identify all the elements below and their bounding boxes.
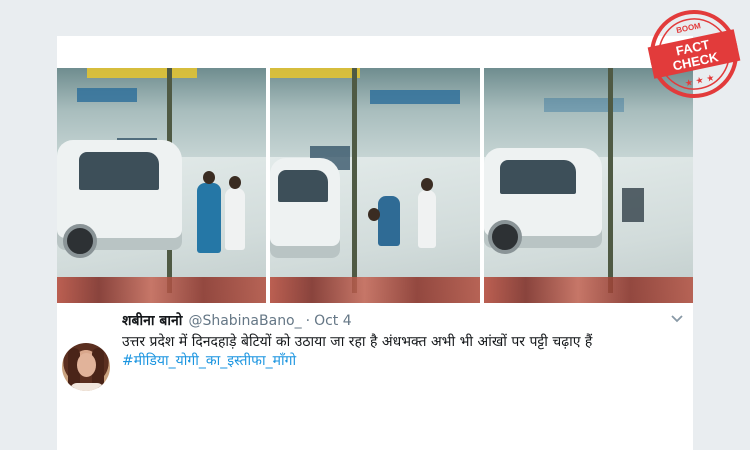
parked-bikes <box>483 277 693 303</box>
user-handle[interactable]: @ShabinaBano_ <box>188 313 301 329</box>
person-blue <box>378 196 401 246</box>
stamp-stars: ★ ★ ★ <box>684 73 715 89</box>
car <box>270 158 341 258</box>
car <box>57 140 182 258</box>
awning <box>87 68 197 78</box>
cctv-frame-2[interactable] <box>270 68 480 303</box>
parked-bikes <box>57 277 267 303</box>
tweet-media[interactable] <box>57 68 693 303</box>
stamp-brand: BOOM <box>675 21 702 35</box>
dark-figure <box>621 188 644 222</box>
avatar[interactable] <box>62 343 110 391</box>
tweet-body: उत्तर प्रदेश में दिनदहाड़े बेटियों को उठ… <box>122 334 593 350</box>
sign <box>370 90 461 104</box>
display-name[interactable]: शबीना बानो <box>122 313 182 329</box>
chevron-down-icon[interactable] <box>669 311 685 327</box>
separator-dot: · <box>305 313 311 329</box>
pole <box>607 68 613 293</box>
parked-bikes <box>270 277 480 303</box>
sign <box>77 88 137 102</box>
car <box>483 148 602 254</box>
pole <box>352 68 358 293</box>
tweet-text: उत्तर प्रदेश में दिनदहाड़े बेटियों को उठ… <box>122 333 687 371</box>
tweet-header: शबीना बानो @ShabinaBano_ · Oct 4 <box>122 311 352 331</box>
cctv-frame-1[interactable] <box>57 68 267 303</box>
awning <box>270 68 361 78</box>
person-white <box>225 188 245 250</box>
person-white <box>418 190 437 248</box>
hashtag-link[interactable]: #मीडिया_योगी_का_इस्तीफा_माँगो <box>122 352 687 371</box>
fact-check-stamp: BOOM FACT CHECK ★ ★ ★ <box>647 10 741 98</box>
tweet: शबीना बानो @ShabinaBano_ · Oct 4 उत्तर प्रद… <box>57 303 693 450</box>
tweet-date[interactable]: Oct 4 <box>314 313 352 329</box>
person-blue <box>197 183 221 253</box>
tweet-card: शबीना बानो @ShabinaBano_ · Oct 4 उत्तर प्रद… <box>57 36 693 450</box>
